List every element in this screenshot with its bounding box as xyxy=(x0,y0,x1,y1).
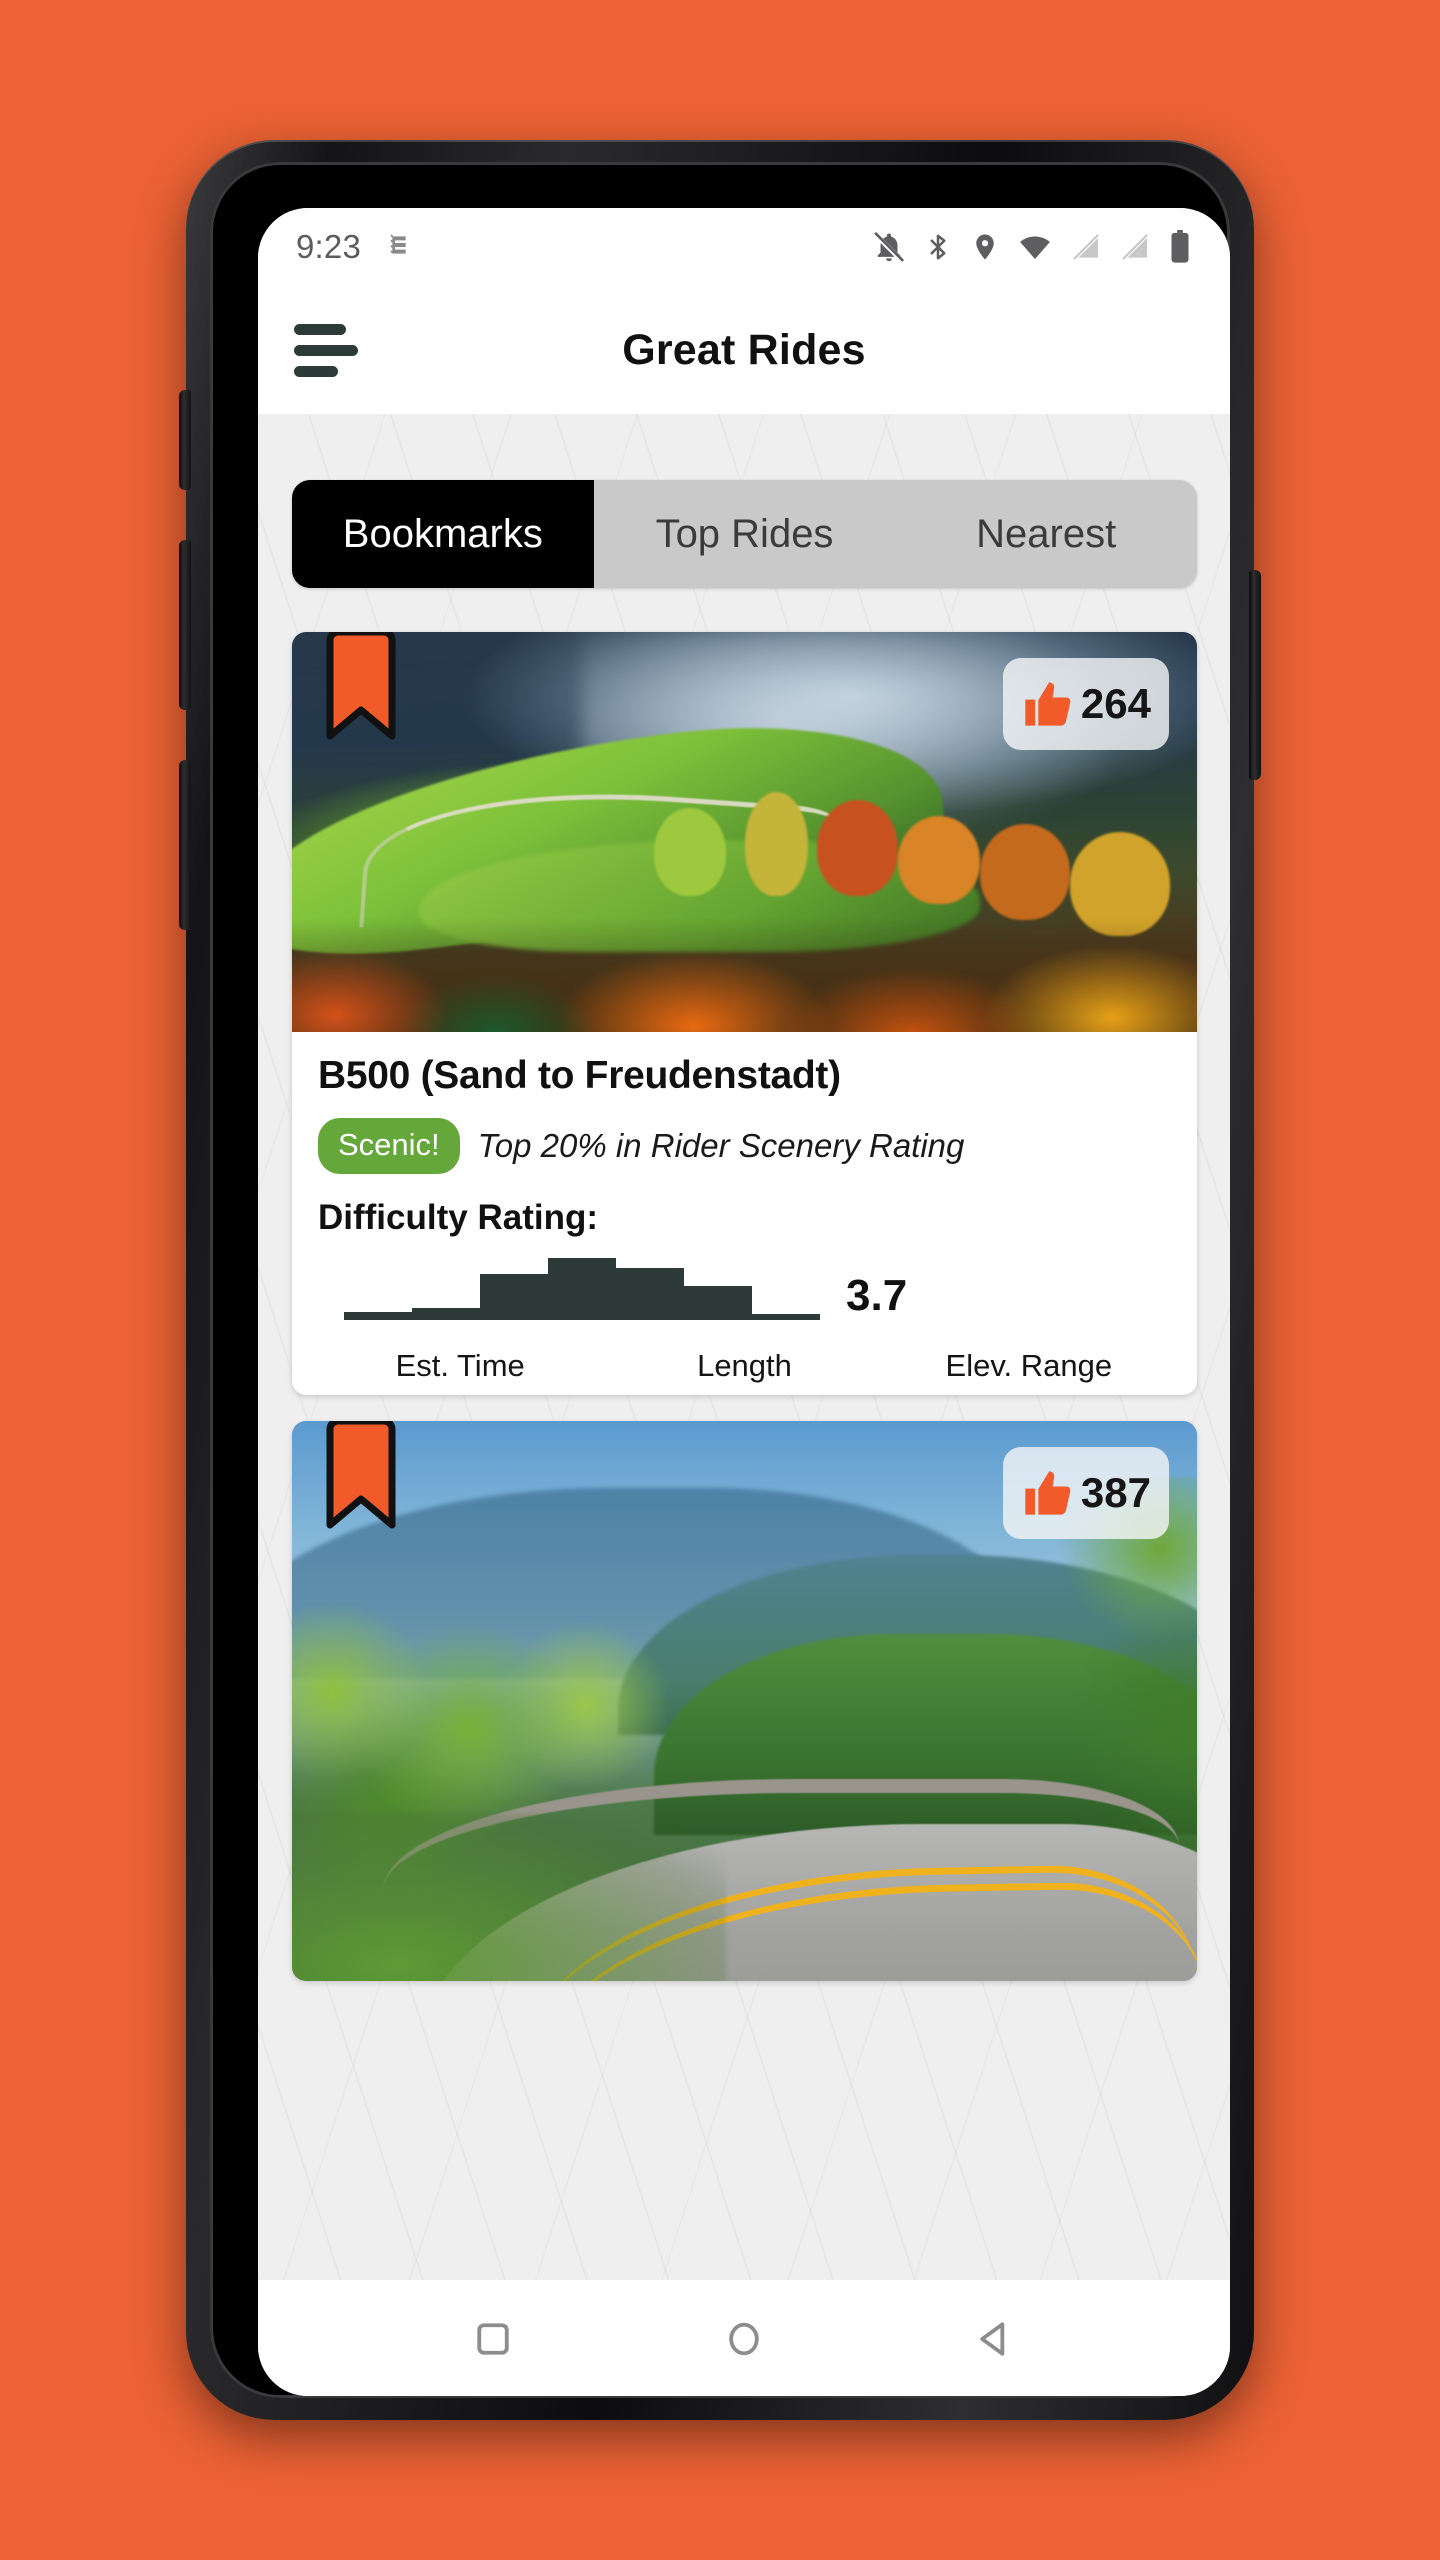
tab-bookmarks[interactable]: Bookmarks xyxy=(292,480,594,588)
stat-label: Elev. Range xyxy=(945,1348,1113,1383)
ride-photo[interactable]: 264 xyxy=(292,632,1197,1032)
like-count: 264 xyxy=(1080,680,1151,727)
tab-top-rides[interactable]: Top Rides xyxy=(594,480,896,588)
photo-tree xyxy=(654,808,727,896)
like-badge[interactable]: 387 xyxy=(1002,1447,1169,1539)
stat-label: Est. Time xyxy=(395,1348,525,1383)
bookmark-icon[interactable] xyxy=(322,1421,400,1531)
segmented-tab-bar: Bookmarks Top Rides Nearest xyxy=(292,480,1197,588)
battery-icon xyxy=(1171,230,1189,263)
wifi-icon xyxy=(1020,236,1051,260)
status-right-icons xyxy=(872,230,1192,264)
power-button[interactable] xyxy=(1249,570,1261,780)
histogram-bar xyxy=(752,1314,820,1320)
histogram-bar xyxy=(412,1308,480,1320)
page-title: Great Rides xyxy=(622,325,866,374)
vibrate-icon xyxy=(390,234,406,254)
ride-card-body: B500 (Sand to Freudenstadt) Scenic! Top … xyxy=(292,1032,1197,1395)
stat-label: Length xyxy=(697,1348,792,1383)
stat-est-time: Est. Time 40m xyxy=(318,1348,602,1395)
photo-tree xyxy=(979,824,1071,920)
difficulty-value: 3.7 xyxy=(846,1271,908,1320)
signal-off-icon xyxy=(1072,233,1100,261)
location-icon xyxy=(976,234,994,260)
scenic-row: Scenic! Top 20% in Rider Scenery Rating xyxy=(318,1118,1171,1174)
thumbs-up-icon xyxy=(1025,1471,1071,1515)
volume-down-button[interactable] xyxy=(179,540,191,710)
ride-photo[interactable]: 387 xyxy=(292,1421,1197,1981)
difficulty-chart: 3.7 xyxy=(318,1252,1171,1320)
menu-bar-2 xyxy=(294,344,358,356)
phone-bezel: 9:23 Great Rides Bookmarks Top Rides Nea… xyxy=(210,162,1230,2398)
notifications-off-icon xyxy=(873,232,905,264)
bixby-button[interactable] xyxy=(179,760,191,930)
thumbs-up-icon xyxy=(1025,682,1071,726)
difficulty-label: Difficulty Rating: xyxy=(318,1198,598,1237)
photo-tree xyxy=(744,792,808,896)
phone-screen: 9:23 Great Rides Bookmarks Top Rides Nea… xyxy=(258,208,1230,2396)
menu-bar-3 xyxy=(294,365,338,377)
back-triangle-icon[interactable] xyxy=(950,2294,1040,2384)
photo-tree xyxy=(898,816,980,904)
android-nav-bar xyxy=(258,2282,1230,2396)
status-bar: 9:23 xyxy=(258,208,1230,286)
bookmark-icon[interactable] xyxy=(322,632,400,742)
histogram-bar xyxy=(616,1268,684,1320)
volume-up-button[interactable] xyxy=(179,390,191,490)
status-time: 9:23 xyxy=(296,228,362,265)
tab-nearest[interactable]: Nearest xyxy=(895,480,1197,588)
ride-stats-row: Est. Time 40m Length 24.7 mi. Elev. Rang… xyxy=(318,1348,1171,1395)
like-badge[interactable]: 264 xyxy=(1002,658,1169,750)
phone-frame: 9:23 Great Rides Bookmarks Top Rides Nea… xyxy=(179,140,1261,2420)
stat-length: Length 24.7 mi. xyxy=(602,1348,886,1395)
signal-off-icon xyxy=(1121,233,1149,261)
stat-value: 40m xyxy=(318,1390,602,1395)
stat-value: 2395 ft. - 3560 ft. xyxy=(887,1390,1171,1395)
stat-elev-range: Elev. Range 2395 ft. - 3560 ft. xyxy=(887,1348,1171,1395)
recents-square-icon[interactable] xyxy=(448,2294,538,2384)
difficulty-histogram xyxy=(344,1252,820,1320)
status-left-icons xyxy=(383,231,415,263)
ride-title: B500 (Sand to Freudenstadt) xyxy=(318,1054,841,1097)
menu-bar-1 xyxy=(294,323,346,335)
ride-card[interactable]: 387 xyxy=(292,1421,1197,1981)
stat-value: 24.7 mi. xyxy=(602,1390,886,1395)
app-bar: Great Rides xyxy=(258,286,1230,414)
photo-tree xyxy=(816,800,899,896)
ride-card[interactable]: 264 B500 (Sand to Freudenstadt) Scenic! … xyxy=(292,632,1197,1395)
histogram-bar xyxy=(684,1286,752,1320)
content-area: Bookmarks Top Rides Nearest 264 B500 (Sa… xyxy=(258,414,1230,2280)
histogram-bar xyxy=(344,1312,412,1320)
histogram-bar xyxy=(480,1274,548,1320)
photo-foreground-trees xyxy=(292,920,1197,1032)
like-count: 387 xyxy=(1080,1469,1151,1516)
home-circle-icon[interactable] xyxy=(699,2294,789,2384)
photo-grass xyxy=(292,1813,727,1981)
scenic-note: Top 20% in Rider Scenery Rating xyxy=(477,1127,965,1164)
scenic-badge: Scenic! xyxy=(318,1118,460,1174)
bluetooth-icon xyxy=(930,234,946,260)
histogram-bar xyxy=(548,1258,616,1320)
hamburger-menu-icon[interactable] xyxy=(278,323,374,377)
